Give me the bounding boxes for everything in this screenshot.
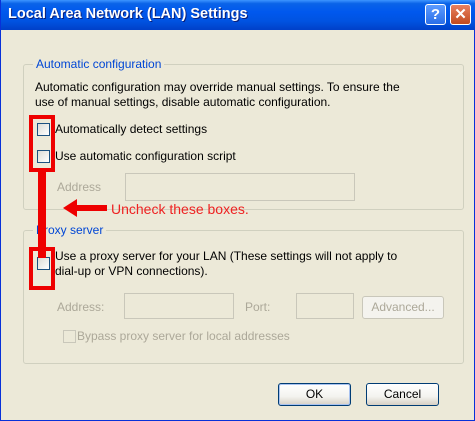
uncheck-annotation-text: Uncheck these boxes. bbox=[111, 201, 249, 217]
ok-button[interactable]: OK bbox=[278, 383, 351, 406]
bypass-local-label[interactable]: Bypass proxy server for local addresses bbox=[77, 329, 290, 344]
proxy-address-field[interactable] bbox=[124, 293, 234, 319]
proxy-port-field[interactable] bbox=[296, 293, 354, 319]
lan-settings-dialog: Local Area Network (LAN) Settings ? ✕ Au… bbox=[0, 0, 475, 421]
advanced-button[interactable]: Advanced... bbox=[362, 296, 444, 319]
auto-config-description-line2: use of manual settings, disable automati… bbox=[35, 95, 331, 109]
close-icon: ✕ bbox=[454, 6, 467, 23]
script-address-field[interactable] bbox=[125, 173, 355, 201]
automatic-configuration-legend: Automatic configuration bbox=[33, 57, 165, 71]
close-button[interactable]: ✕ bbox=[450, 4, 471, 25]
auto-config-description-line1: Automatic configuration may override man… bbox=[35, 80, 400, 94]
title-bar[interactable]: Local Area Network (LAN) Settings ? ✕ bbox=[1, 0, 475, 30]
script-address-label: Address bbox=[57, 180, 102, 194]
help-icon: ? bbox=[430, 6, 441, 23]
red-arrow-icon bbox=[63, 199, 107, 217]
cancel-button[interactable]: Cancel bbox=[366, 383, 439, 406]
proxy-address-label: Address: bbox=[57, 300, 105, 314]
auto-detect-label[interactable]: Automatically detect settings bbox=[55, 122, 207, 137]
proxy-port-label: Port: bbox=[245, 300, 271, 314]
highlight-box-top bbox=[29, 115, 55, 172]
use-proxy-label-line2[interactable]: dial-up or VPN connections). bbox=[55, 264, 208, 279]
help-button[interactable]: ? bbox=[425, 4, 446, 25]
highlight-box-left-bar bbox=[38, 170, 46, 258]
auto-config-script-label[interactable]: Use automatic configuration script bbox=[55, 149, 236, 164]
bypass-local-checkbox[interactable] bbox=[63, 330, 76, 343]
highlight-box-bottom bbox=[29, 247, 55, 290]
use-proxy-label-line1[interactable]: Use a proxy server for your LAN (These s… bbox=[55, 249, 397, 264]
window-title: Local Area Network (LAN) Settings bbox=[8, 6, 248, 22]
